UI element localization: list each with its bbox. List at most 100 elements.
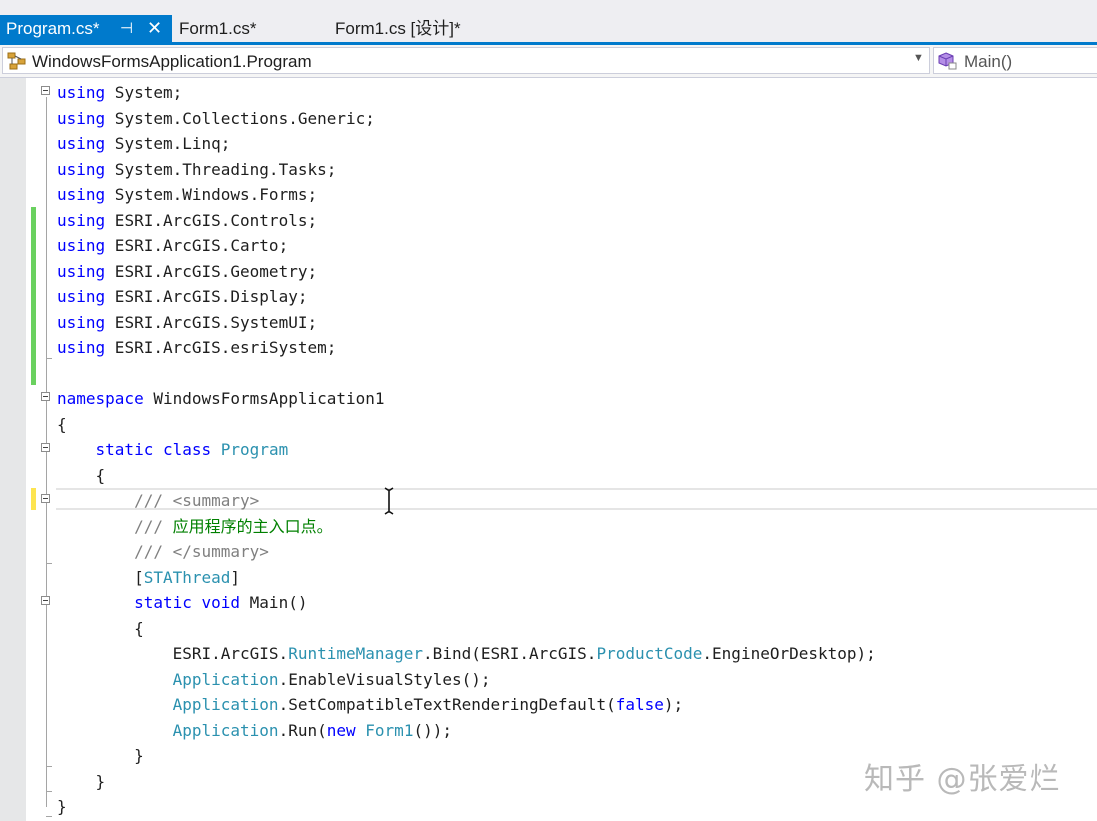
outline-end-marker: [46, 766, 52, 767]
code-token: System;: [105, 83, 183, 102]
code-line[interactable]: [STAThread]: [57, 565, 240, 590]
code-line[interactable]: Application.SetCompatibleTextRenderingDe…: [57, 692, 684, 717]
method-icon: [938, 52, 957, 70]
code-line[interactable]: /// </summary>: [57, 539, 269, 564]
code-token: System.Threading.Tasks;: [105, 159, 337, 179]
code-line[interactable]: /// <summary>: [57, 488, 259, 513]
code-line[interactable]: {: [57, 616, 144, 641]
code-line[interactable]: }: [57, 769, 106, 794]
code-token: class: [162, 440, 212, 459]
code-token: static: [134, 593, 192, 612]
code-token: );: [663, 695, 684, 714]
code-token: using: [57, 83, 106, 102]
code-token: }: [57, 797, 67, 816]
tab-form1-designer[interactable]: Form1.cs [设计]*: [335, 15, 461, 42]
code-token: void: [201, 593, 241, 612]
code-token: ]: [230, 567, 241, 587]
code-token: using: [57, 312, 106, 332]
code-token: Application: [172, 695, 279, 714]
code-token: ());: [413, 720, 452, 740]
code-line[interactable]: {: [57, 412, 67, 437]
code-line[interactable]: static class Program: [57, 437, 289, 462]
collapse-icon[interactable]: [41, 494, 50, 503]
code-line[interactable]: using ESRI.ArcGIS.Controls;: [57, 208, 317, 233]
class-icon: [7, 52, 26, 70]
code-line[interactable]: }: [57, 743, 144, 768]
code-line[interactable]: using System.Linq;: [57, 131, 230, 156]
code-line[interactable]: using ESRI.ArcGIS.Display;: [57, 284, 307, 309]
code-token: ESRI.ArcGIS.SystemUI;: [105, 312, 318, 332]
code-line[interactable]: using ESRI.ArcGIS.SystemUI;: [57, 310, 317, 335]
code-line[interactable]: Application.EnableVisualStyles();: [57, 667, 491, 692]
member-selector-dropdown[interactable]: Main(): [933, 47, 1097, 74]
selection-margin[interactable]: [0, 78, 26, 821]
code-line[interactable]: using ESRI.ArcGIS.Carto;: [57, 233, 288, 258]
outlining-guide: [46, 97, 47, 807]
tab-form1-cs[interactable]: Form1.cs*: [179, 15, 256, 42]
code-line[interactable]: using System.Windows.Forms;: [57, 182, 317, 207]
document-tab-strip: Program.cs* ⊣ ✕ Form1.cs* Form1.cs [设计]*: [0, 0, 1097, 42]
code-line[interactable]: using ESRI.ArcGIS.Geometry;: [57, 259, 317, 284]
code-line[interactable]: using System;: [57, 80, 182, 105]
type-selector-value: WindowsFormsApplication1.Program: [32, 52, 312, 71]
code-token: using: [57, 134, 106, 153]
change-indicator-unsaved: [31, 488, 36, 510]
code-token: false: [615, 695, 664, 714]
code-token: .Bind(ESRI.ArcGIS.: [423, 644, 597, 663]
code-token: ESRI.ArcGIS.Display;: [105, 287, 308, 306]
tab-label: Form1.cs*: [179, 19, 257, 38]
type-selector-dropdown[interactable]: WindowsFormsApplication1.Program ▼: [2, 47, 930, 74]
code-token: using: [57, 185, 106, 204]
collapse-icon[interactable]: [41, 86, 50, 95]
code-token: using: [57, 236, 106, 255]
code-token: STAThread: [143, 567, 231, 587]
code-token: using: [57, 338, 106, 357]
code-line[interactable]: Application.Run(new Form1());: [57, 718, 452, 743]
code-line[interactable]: using System.Collections.Generic;: [57, 106, 375, 131]
collapse-icon[interactable]: [41, 596, 50, 605]
code-token: ESRI.ArcGIS.esriSystem;: [105, 338, 337, 357]
code-token: 应用程序的主入口点。: [172, 516, 333, 536]
code-token: Main(): [240, 593, 308, 612]
code-token: using: [57, 210, 106, 230]
code-line[interactable]: using System.Threading.Tasks;: [57, 157, 336, 182]
tab-program-cs[interactable]: Program.cs* ⊣ ✕: [0, 15, 172, 42]
pin-icon[interactable]: ⊣: [120, 15, 133, 42]
code-token: {: [57, 618, 144, 638]
code-token: using: [57, 108, 106, 128]
navigation-bar: WindowsFormsApplication1.Program ▼ Main(…: [0, 45, 1097, 78]
code-line[interactable]: }: [57, 794, 67, 819]
code-line[interactable]: static void Main(): [57, 590, 307, 615]
code-token: {: [57, 465, 106, 485]
chevron-down-icon[interactable]: ▼: [913, 52, 924, 64]
code-token: new: [326, 720, 356, 740]
code-token: .EnableVisualStyles();: [278, 669, 491, 689]
code-token: .SetCompatibleTextRenderingDefault(: [278, 695, 616, 714]
collapse-icon[interactable]: [41, 392, 50, 401]
code-token: System.Windows.Forms;: [105, 185, 318, 204]
code-token: ESRI.ArcGIS.Geometry;: [105, 261, 318, 281]
code-line[interactable]: namespace WindowsFormsApplication1: [57, 386, 385, 411]
code-line[interactable]: {: [57, 463, 106, 488]
code-line[interactable]: using ESRI.ArcGIS.esriSystem;: [57, 335, 336, 360]
collapse-icon[interactable]: [41, 443, 50, 452]
close-icon[interactable]: ✕: [147, 15, 162, 42]
code-token: using: [57, 261, 106, 281]
code-line[interactable]: ESRI.ArcGIS.RuntimeManager.Bind(ESRI.Arc…: [57, 641, 876, 666]
code-token: WindowsFormsApplication1: [143, 389, 385, 408]
code-editor[interactable]: using System; using System.Collections.Ge…: [0, 78, 1097, 821]
code-token: Application: [172, 669, 279, 689]
code-line[interactable]: /// 应用程序的主入口点。: [57, 514, 333, 539]
code-token: System.Linq;: [105, 134, 231, 153]
outline-end-marker: [46, 816, 52, 817]
code-token: ///: [57, 516, 173, 536]
code-token: ESRI.ArcGIS.Carto;: [105, 236, 289, 255]
